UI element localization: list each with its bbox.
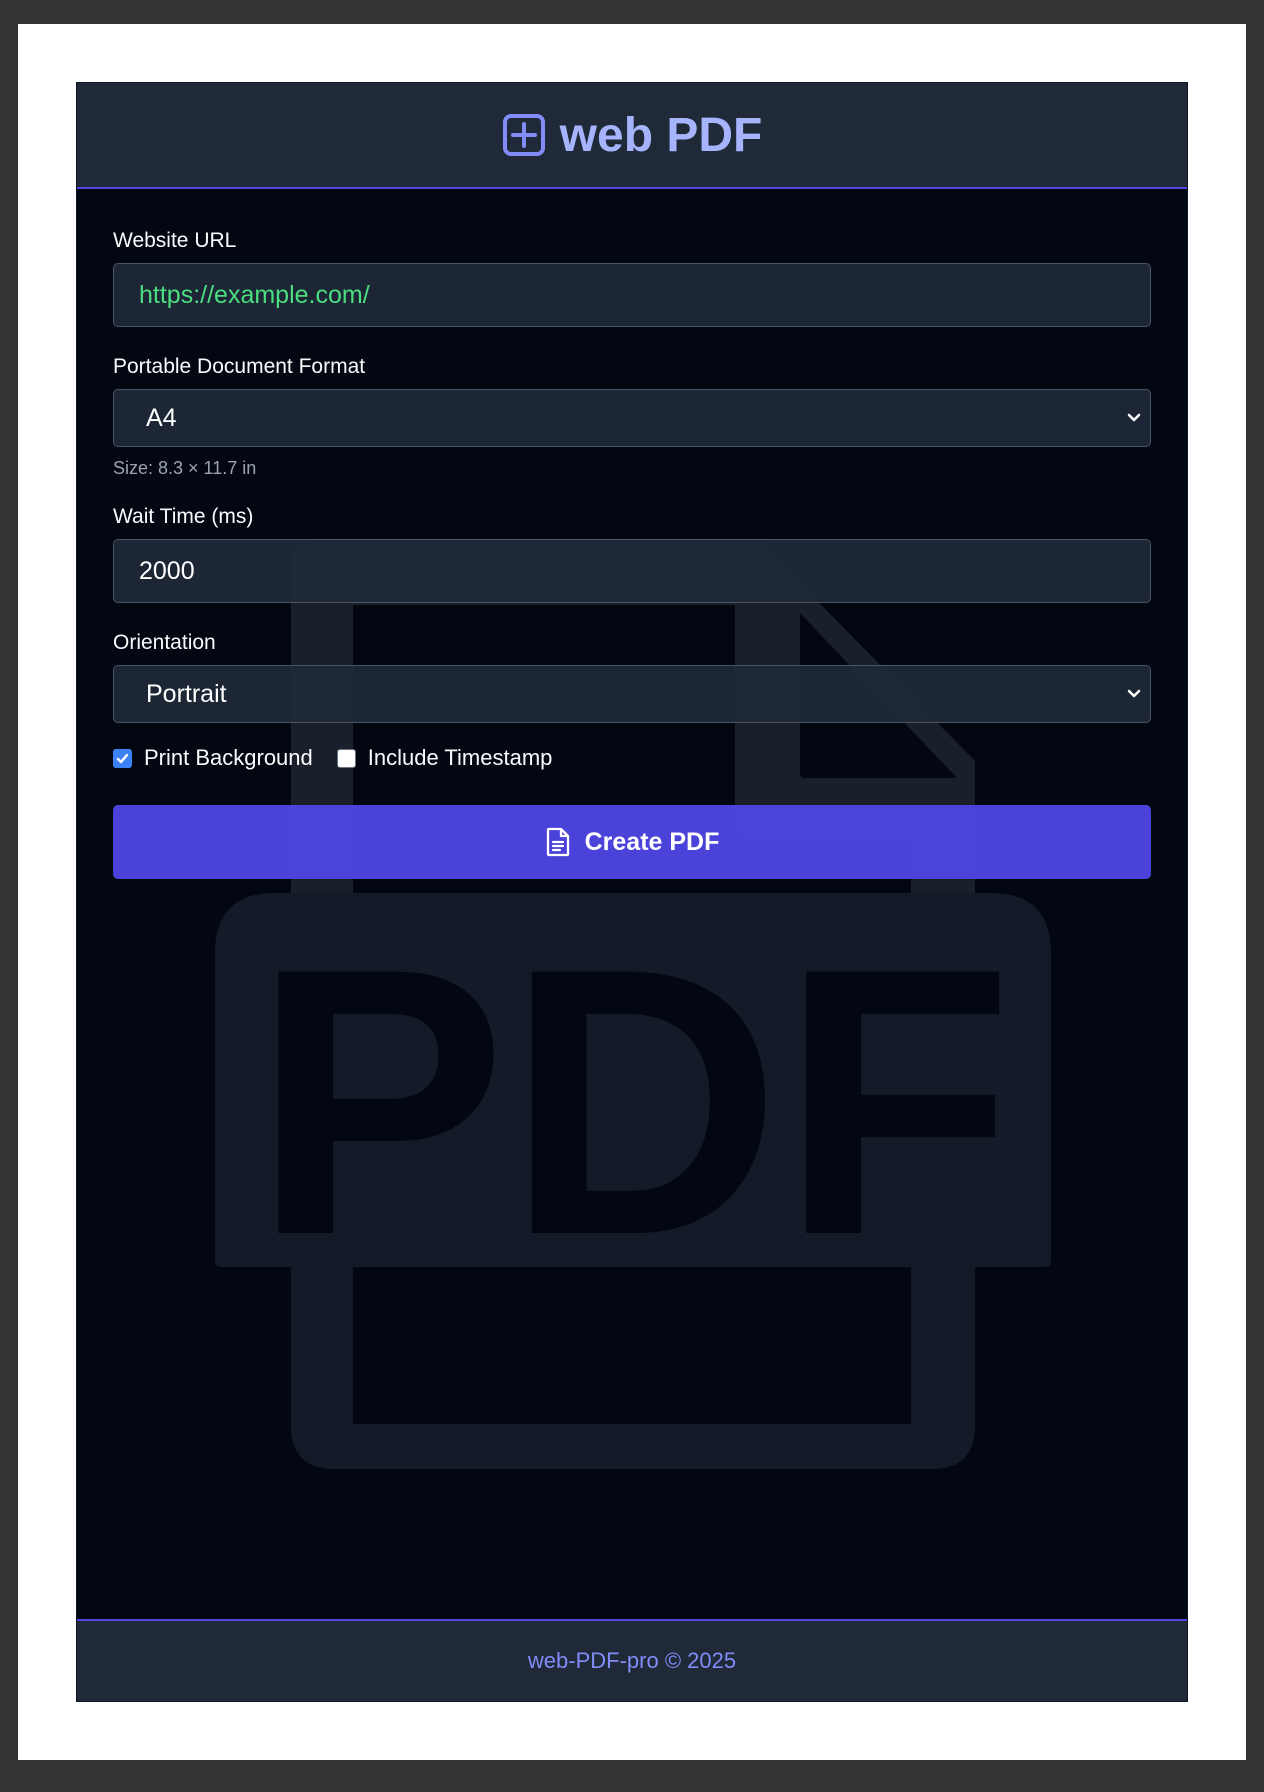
chevron-down-icon xyxy=(1127,689,1141,698)
plus-square-icon xyxy=(502,113,546,157)
include-timestamp-checkbox[interactable] xyxy=(336,748,356,768)
create-pdf-label: Create PDF xyxy=(584,827,720,856)
wait-value: 2000 xyxy=(139,556,195,585)
format-value: A4 xyxy=(146,403,177,432)
create-pdf-button[interactable]: Create PDF xyxy=(113,805,1151,879)
wait-group: Wait Time (ms) 2000 xyxy=(113,505,1151,603)
url-value: https://example.com/ xyxy=(139,280,370,309)
wait-time-input[interactable]: 2000 xyxy=(113,539,1151,603)
app-header: web PDF xyxy=(77,83,1187,189)
orientation-select[interactable]: Portrait xyxy=(113,665,1151,723)
format-label: Portable Document Format xyxy=(113,355,366,378)
app-window: web PDF PDF Website URL https://example.… xyxy=(76,82,1188,1702)
options-row: Print Background Include Timestamp xyxy=(113,745,576,771)
format-group: Portable Document Format A4 Size: 8.3 × … xyxy=(113,355,1151,479)
chevron-down-icon xyxy=(1127,413,1141,422)
include-timestamp-option[interactable]: Include Timestamp xyxy=(336,745,553,771)
document-icon xyxy=(546,827,569,857)
orientation-value: Portrait xyxy=(146,679,227,708)
watermark-text: PDF xyxy=(253,889,1013,1314)
print-background-label: Print Background xyxy=(144,745,313,770)
print-background-option[interactable]: Print Background xyxy=(113,745,313,771)
print-background-checkbox[interactable] xyxy=(113,748,132,768)
url-label: Website URL xyxy=(113,229,237,252)
orientation-label: Orientation xyxy=(113,631,216,654)
orientation-group: Orientation Portrait xyxy=(113,631,1151,723)
check-icon xyxy=(116,753,129,763)
app-title: web PDF xyxy=(559,108,763,162)
format-select[interactable]: A4 xyxy=(113,389,1151,447)
footer-text: web-PDF-pro © 2025 xyxy=(527,1648,737,1673)
url-group: Website URL https://example.com/ xyxy=(113,229,1151,327)
wait-label: Wait Time (ms) xyxy=(113,505,254,528)
url-input[interactable]: https://example.com/ xyxy=(113,263,1151,327)
app-footer: web-PDF-pro © 2025 xyxy=(77,1619,1187,1701)
include-timestamp-label: Include Timestamp xyxy=(367,745,553,770)
format-size-hint: Size: 8.3 × 11.7 in xyxy=(113,458,257,478)
